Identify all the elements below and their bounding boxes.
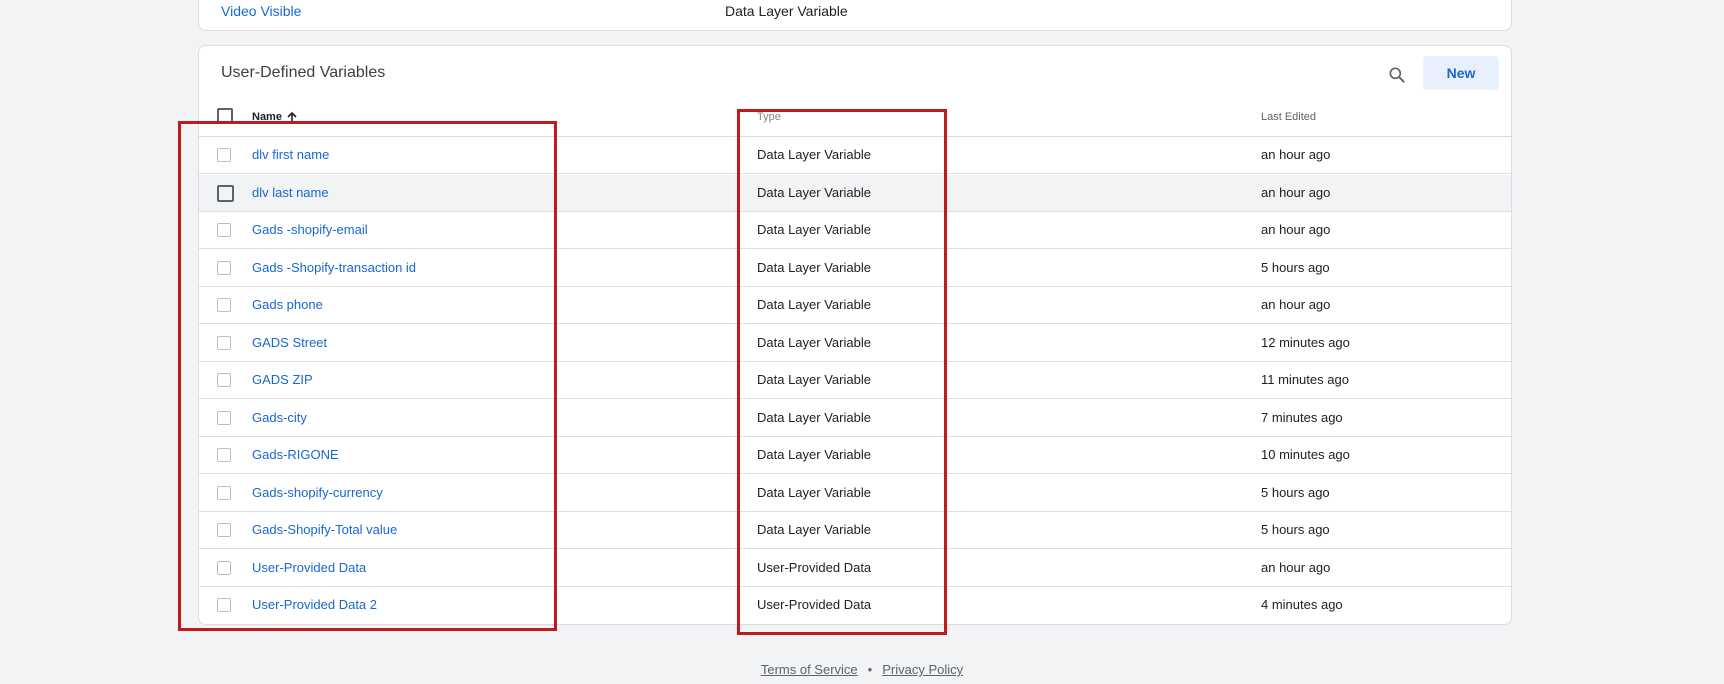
row-checkbox[interactable] bbox=[217, 373, 231, 387]
variable-name-link[interactable]: Gads phone bbox=[252, 297, 323, 312]
variable-name-link[interactable]: Gads-city bbox=[252, 410, 307, 425]
column-header-type[interactable]: Type bbox=[757, 111, 781, 123]
table-row[interactable]: dlv last name Data Layer Variable an hour … bbox=[199, 174, 1511, 212]
builtin-variables-card: Video Visible Data Layer Variable bbox=[198, 0, 1512, 31]
user-defined-variables-card: User-Defined Variables New Name Type Las… bbox=[198, 45, 1512, 625]
table-row[interactable]: GADS Street Data Layer Variable 12 minutes… bbox=[199, 325, 1511, 362]
row-checkbox[interactable] bbox=[217, 184, 234, 202]
card-title: User-Defined Variables bbox=[221, 64, 386, 81]
table-row[interactable]: Gads-RIGONE Data Layer Variable 10 minutes… bbox=[199, 437, 1511, 474]
variable-name-link[interactable]: User-Provided Data 2 bbox=[252, 597, 377, 612]
variable-type: Data Layer Variable bbox=[757, 447, 871, 462]
table-row[interactable]: Gads-shopify-currency Data Layer Variable… bbox=[199, 475, 1511, 512]
variable-type: Data Layer Variable bbox=[757, 372, 871, 387]
variable-type: User-Provided Data bbox=[757, 597, 872, 612]
variable-type: Data Layer Variable bbox=[757, 147, 871, 162]
table-row[interactable]: GADS ZIP Data Layer Variable 11 minutes ag… bbox=[199, 362, 1511, 399]
variable-type: Data Layer Variable bbox=[757, 522, 871, 537]
search-icon bbox=[1389, 67, 1405, 83]
variable-name-link[interactable]: Gads -shopify-email bbox=[252, 222, 368, 237]
variable-type: Data Layer Variable bbox=[757, 297, 871, 312]
last-edited: 5 hours ago bbox=[1261, 484, 1330, 500]
variable-name-link[interactable]: dlv first name bbox=[252, 147, 329, 162]
table-row[interactable]: Gads-Shopify-Total value Data Layer Varia… bbox=[199, 512, 1511, 549]
row-checkbox[interactable] bbox=[217, 335, 231, 350]
variable-name-link[interactable]: Video Visible bbox=[221, 3, 301, 19]
table-row[interactable]: User-Provided Data User-Provided Data an h… bbox=[199, 550, 1511, 587]
variable-name-link[interactable]: Gads-Shopify-Total value bbox=[252, 522, 397, 537]
variable-type: Data Layer Variable bbox=[757, 409, 871, 425]
last-edited: 12 minutes ago bbox=[1261, 334, 1350, 350]
footer-separator: • bbox=[867, 662, 873, 677]
variable-name-link[interactable]: dlv last name bbox=[252, 185, 329, 200]
footer: Terms of Service • Privacy Policy bbox=[0, 662, 1724, 677]
last-edited: 4 minutes ago bbox=[1261, 597, 1343, 612]
table-header: Name Type Last Edited bbox=[199, 106, 1511, 137]
variable-type: Data Layer Variable bbox=[757, 222, 871, 237]
variable-name-link[interactable]: GADS ZIP bbox=[252, 372, 313, 387]
last-edited: 5 hours ago bbox=[1261, 522, 1330, 537]
row-checkbox[interactable] bbox=[217, 598, 231, 612]
search-button[interactable] bbox=[1383, 61, 1411, 89]
last-edited: an hour ago bbox=[1261, 184, 1331, 200]
last-edited: 7 minutes ago bbox=[1261, 409, 1343, 425]
column-header-name[interactable]: Name bbox=[252, 111, 298, 123]
row-checkbox[interactable] bbox=[217, 523, 231, 537]
last-edited: 5 hours ago bbox=[1261, 259, 1330, 275]
variable-type: User-Provided Data bbox=[757, 559, 872, 575]
last-edited: an hour ago bbox=[1261, 222, 1331, 237]
table-row[interactable]: Gads -Shopify-transaction id Data Layer V… bbox=[199, 250, 1511, 287]
row-checkbox[interactable] bbox=[217, 448, 231, 462]
new-variable-button[interactable]: New bbox=[1423, 56, 1499, 90]
row-checkbox[interactable] bbox=[217, 148, 231, 162]
column-header-name-label: Name bbox=[252, 111, 282, 123]
row-checkbox[interactable] bbox=[217, 485, 231, 500]
variable-type: Data Layer Variable bbox=[757, 259, 871, 275]
row-checkbox[interactable] bbox=[217, 298, 231, 312]
variable-type: Data Layer Variable bbox=[757, 334, 871, 350]
row-checkbox[interactable] bbox=[217, 560, 231, 575]
last-edited: 10 minutes ago bbox=[1261, 447, 1350, 462]
last-edited: 11 minutes ago bbox=[1261, 372, 1349, 387]
variable-name-link[interactable]: GADS Street bbox=[252, 335, 327, 350]
variable-name-link[interactable]: Gads-RIGONE bbox=[252, 447, 339, 462]
select-all-checkbox[interactable] bbox=[217, 108, 233, 124]
table-row[interactable]: Gads phone Data Layer Variable an hour ago bbox=[199, 287, 1511, 324]
row-checkbox[interactable] bbox=[217, 260, 231, 275]
variable-type: Data Layer Variable bbox=[725, 3, 848, 19]
last-edited: an hour ago bbox=[1261, 147, 1331, 162]
table-row[interactable]: User-Provided Data 2 User-Provided Data 4 … bbox=[199, 587, 1511, 624]
table-row[interactable]: Gads -shopify-email Data Layer Variable an… bbox=[199, 212, 1511, 249]
terms-of-service-link[interactable]: Terms of Service bbox=[761, 662, 858, 677]
table-row[interactable]: Gads-city Data Layer Variable 7 minutes ag… bbox=[199, 400, 1511, 437]
row-checkbox[interactable] bbox=[217, 410, 231, 425]
table-row[interactable]: dlv first name Data Layer Variable an hour… bbox=[199, 137, 1511, 174]
last-edited: an hour ago bbox=[1261, 297, 1331, 312]
variable-name-link[interactable]: Gads-shopify-currency bbox=[252, 485, 383, 500]
variable-type: Data Layer Variable bbox=[757, 184, 871, 200]
variable-type: Data Layer Variable bbox=[757, 484, 871, 500]
last-edited: an hour ago bbox=[1261, 559, 1331, 575]
privacy-policy-link[interactable]: Privacy Policy bbox=[882, 662, 963, 677]
row-checkbox[interactable] bbox=[217, 223, 231, 237]
arrow-up-icon bbox=[287, 111, 297, 122]
variable-name-link[interactable]: Gads -Shopify-transaction id bbox=[252, 260, 416, 275]
variable-name-link[interactable]: User-Provided Data bbox=[252, 560, 366, 575]
column-header-last-edited[interactable]: Last Edited bbox=[1261, 111, 1316, 123]
